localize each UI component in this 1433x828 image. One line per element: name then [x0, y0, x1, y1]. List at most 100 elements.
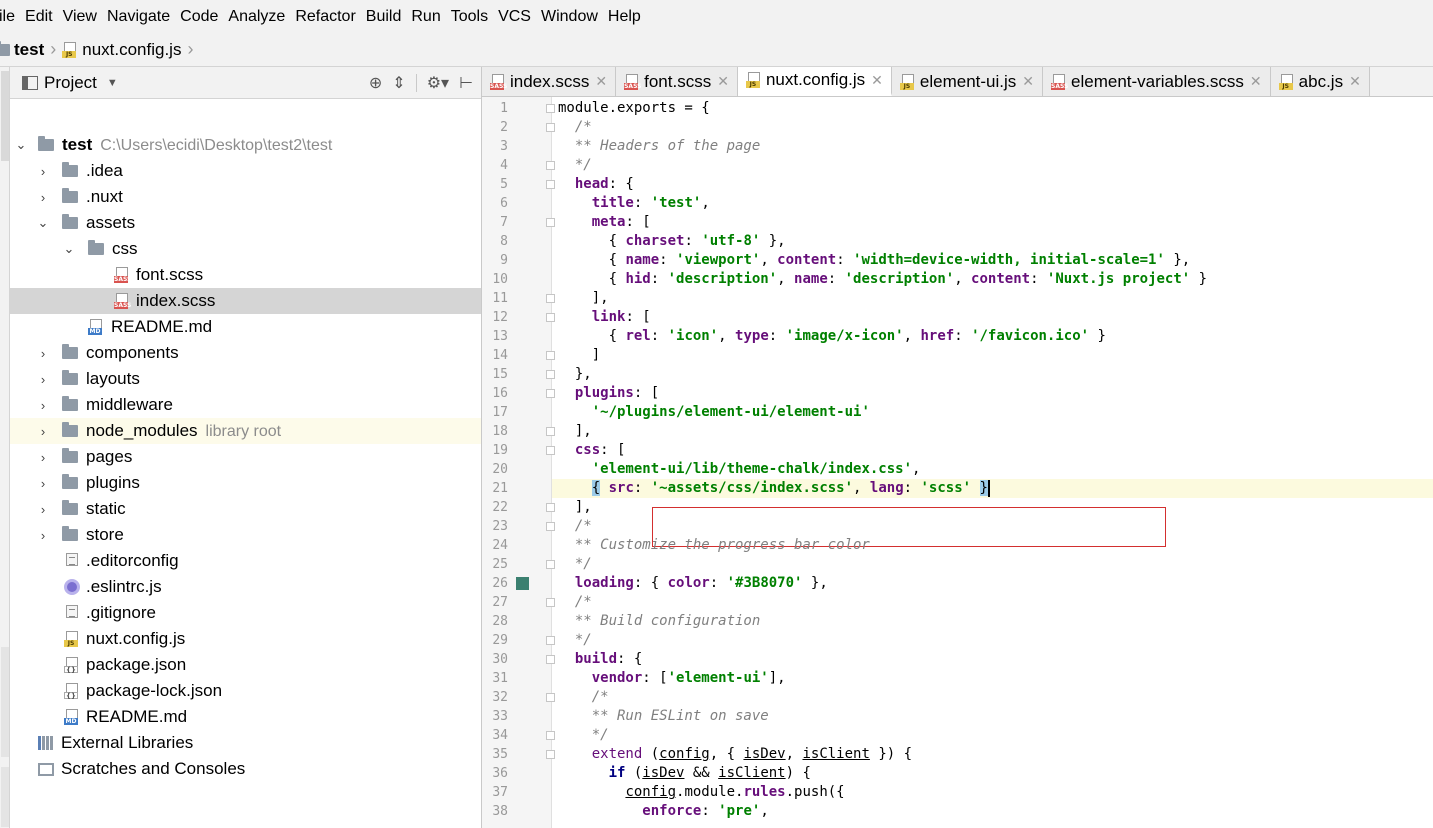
code-line[interactable]: /* [558, 688, 609, 707]
tree-item-static[interactable]: › static [10, 496, 481, 522]
tree-item-nuxt[interactable]: › .nuxt [10, 184, 481, 210]
chevron-right-icon[interactable]: › [36, 372, 50, 387]
collapse-all-icon[interactable]: ⇕ [392, 73, 405, 93]
close-icon[interactable]: ✕ [871, 72, 883, 89]
tab-font-scss[interactable]: SASS font.scss ✕ [616, 67, 738, 96]
chevron-right-icon[interactable]: › [36, 190, 50, 205]
menu-tools[interactable]: Tools [446, 0, 493, 33]
code-line[interactable]: ], [558, 289, 609, 308]
tree-item-store[interactable]: › store [10, 522, 481, 548]
tab-nuxt-config-js[interactable]: JS nuxt.config.js ✕ [737, 67, 892, 96]
code-line[interactable]: { src: '~assets/css/index.scss', lang: '… [558, 479, 990, 498]
code-line[interactable]: extend (config, { isDev, isClient }) { [558, 745, 912, 764]
chevron-down-icon[interactable]: ⌄ [14, 137, 28, 153]
code-line[interactable]: }, [558, 365, 592, 384]
code-line[interactable]: /* [558, 118, 592, 137]
close-icon[interactable]: ✕ [595, 73, 607, 90]
code-line[interactable]: { rel: 'icon', type: 'image/x-icon', hre… [558, 327, 1106, 346]
tree-item-components[interactable]: › components [10, 340, 481, 366]
tree-item-readme[interactable]: MD README.md [10, 704, 481, 730]
tree-item-idea[interactable]: › .idea [10, 158, 481, 184]
tree-item-external-libraries[interactable]: External Libraries [10, 730, 481, 756]
locate-icon[interactable]: ⊕ [369, 73, 382, 93]
chevron-down-icon[interactable]: ⌄ [62, 241, 76, 257]
code-line[interactable]: */ [558, 726, 609, 745]
menu-window[interactable]: Window [536, 0, 603, 33]
menu-navigate[interactable]: Navigate [102, 0, 175, 33]
code-line[interactable]: /* [558, 517, 592, 536]
code-line[interactable]: link: [ [558, 308, 651, 327]
tree-item-node-modules[interactable]: › node_modules library root [10, 418, 481, 444]
chevron-right-icon[interactable]: › [36, 502, 50, 517]
code-line[interactable]: '~/plugins/element-ui/element-ui' [558, 403, 870, 422]
chevron-right-icon[interactable]: › [36, 164, 50, 179]
menu-help[interactable]: Help [603, 0, 646, 33]
tab-element-ui-js[interactable]: JS element-ui.js ✕ [891, 67, 1044, 96]
tab-element-variables-scss[interactable]: SASS element-variables.scss ✕ [1043, 67, 1271, 96]
tree-item-css[interactable]: ⌄ css [10, 236, 481, 262]
tree-item-plugins[interactable]: › plugins [10, 470, 481, 496]
code-line[interactable]: ], [558, 422, 592, 441]
code-line[interactable]: ], [558, 498, 592, 517]
code-line[interactable]: 'element-ui/lib/theme-chalk/index.css', [558, 460, 921, 479]
tab-abc-js[interactable]: JS abc.js ✕ [1270, 67, 1370, 96]
code-line[interactable]: enforce: 'pre', [558, 802, 768, 821]
close-icon[interactable]: ✕ [1250, 73, 1262, 90]
close-icon[interactable]: ✕ [1349, 73, 1361, 90]
structure-tool-window-button[interactable] [1, 647, 9, 757]
tree-item-scratches[interactable]: Scratches and Consoles [10, 756, 481, 782]
code-line[interactable]: build: { [558, 650, 642, 669]
code-line[interactable]: */ [558, 555, 592, 574]
favorites-tool-window-button[interactable] [1, 767, 9, 827]
tree-item-eslintrc[interactable]: .eslintrc.js [10, 574, 481, 600]
tree-item-editorconfig[interactable]: .editorconfig [10, 548, 481, 574]
menu-vcs[interactable]: VCS [493, 0, 536, 33]
menu-file[interactable]: ile [0, 0, 20, 33]
tree-item-gitignore[interactable]: .gitignore [10, 600, 481, 626]
chevron-right-icon[interactable]: › [36, 424, 50, 439]
tree-item-font-scss[interactable]: SASS font.scss [10, 262, 481, 288]
code-line[interactable]: /* [558, 593, 592, 612]
tree-item-middleware[interactable]: › middleware [10, 392, 481, 418]
tree-item-nuxt-config[interactable]: JS nuxt.config.js [10, 626, 481, 652]
menu-run[interactable]: Run [406, 0, 445, 33]
menu-build[interactable]: Build [361, 0, 407, 33]
menu-analyze[interactable]: Analyze [223, 0, 290, 33]
tab-index-scss[interactable]: SASS index.scss ✕ [482, 67, 617, 96]
menu-view[interactable]: View [58, 0, 102, 33]
color-preview-icon[interactable] [516, 577, 529, 590]
code-line[interactable]: */ [558, 631, 592, 650]
breadcrumb-project[interactable]: test [0, 33, 44, 67]
code-line[interactable]: module.exports = { [558, 99, 710, 118]
code-line[interactable]: ** Run ESLint on save [558, 707, 769, 726]
chevron-right-icon[interactable]: › [36, 398, 50, 413]
menu-edit[interactable]: Edit [20, 0, 58, 33]
code-line[interactable]: { charset: 'utf-8' }, [558, 232, 786, 251]
chevron-down-icon[interactable]: ⌄ [36, 215, 50, 231]
tree-item-package-lock[interactable]: {} package-lock.json [10, 678, 481, 704]
code-line[interactable]: plugins: [ [558, 384, 659, 403]
gear-icon[interactable]: ⚙▾ [427, 73, 449, 93]
code-editor[interactable]: module.exports = { /* ** Headers of the … [552, 97, 1433, 828]
close-icon[interactable]: ✕ [1022, 73, 1034, 90]
chevron-right-icon[interactable]: › [36, 450, 50, 465]
tree-item-layouts[interactable]: › layouts [10, 366, 481, 392]
breadcrumb-file[interactable]: JS nuxt.config.js [62, 33, 181, 67]
project-view-selector[interactable]: Project ▼ [22, 73, 118, 93]
tree-item-index-scss[interactable]: SASS index.scss [10, 288, 481, 314]
code-line[interactable]: ** Build configuration [558, 612, 760, 631]
code-line[interactable]: loading: { color: '#3B8070' }, [558, 574, 828, 593]
close-icon[interactable]: ✕ [717, 73, 729, 90]
code-line[interactable]: meta: [ [558, 213, 651, 232]
tree-item-assets-readme[interactable]: MD README.md [10, 314, 481, 340]
hide-panel-icon[interactable]: ⊢ [459, 73, 473, 93]
menu-refactor[interactable]: Refactor [290, 0, 360, 33]
code-line[interactable]: vendor: ['element-ui'], [558, 669, 786, 688]
chevron-right-icon[interactable]: › [36, 476, 50, 491]
code-line[interactable]: css: [ [558, 441, 626, 460]
tree-item-root[interactable]: ⌄ test C:\Users\ecidi\Desktop\test2\test [10, 132, 481, 158]
chevron-right-icon[interactable]: › [36, 346, 50, 361]
code-line[interactable]: { hid: 'description', name: 'description… [558, 270, 1208, 289]
code-line[interactable]: ** Customize the progress bar color [558, 536, 870, 555]
code-line[interactable]: { name: 'viewport', content: 'width=devi… [558, 251, 1191, 270]
